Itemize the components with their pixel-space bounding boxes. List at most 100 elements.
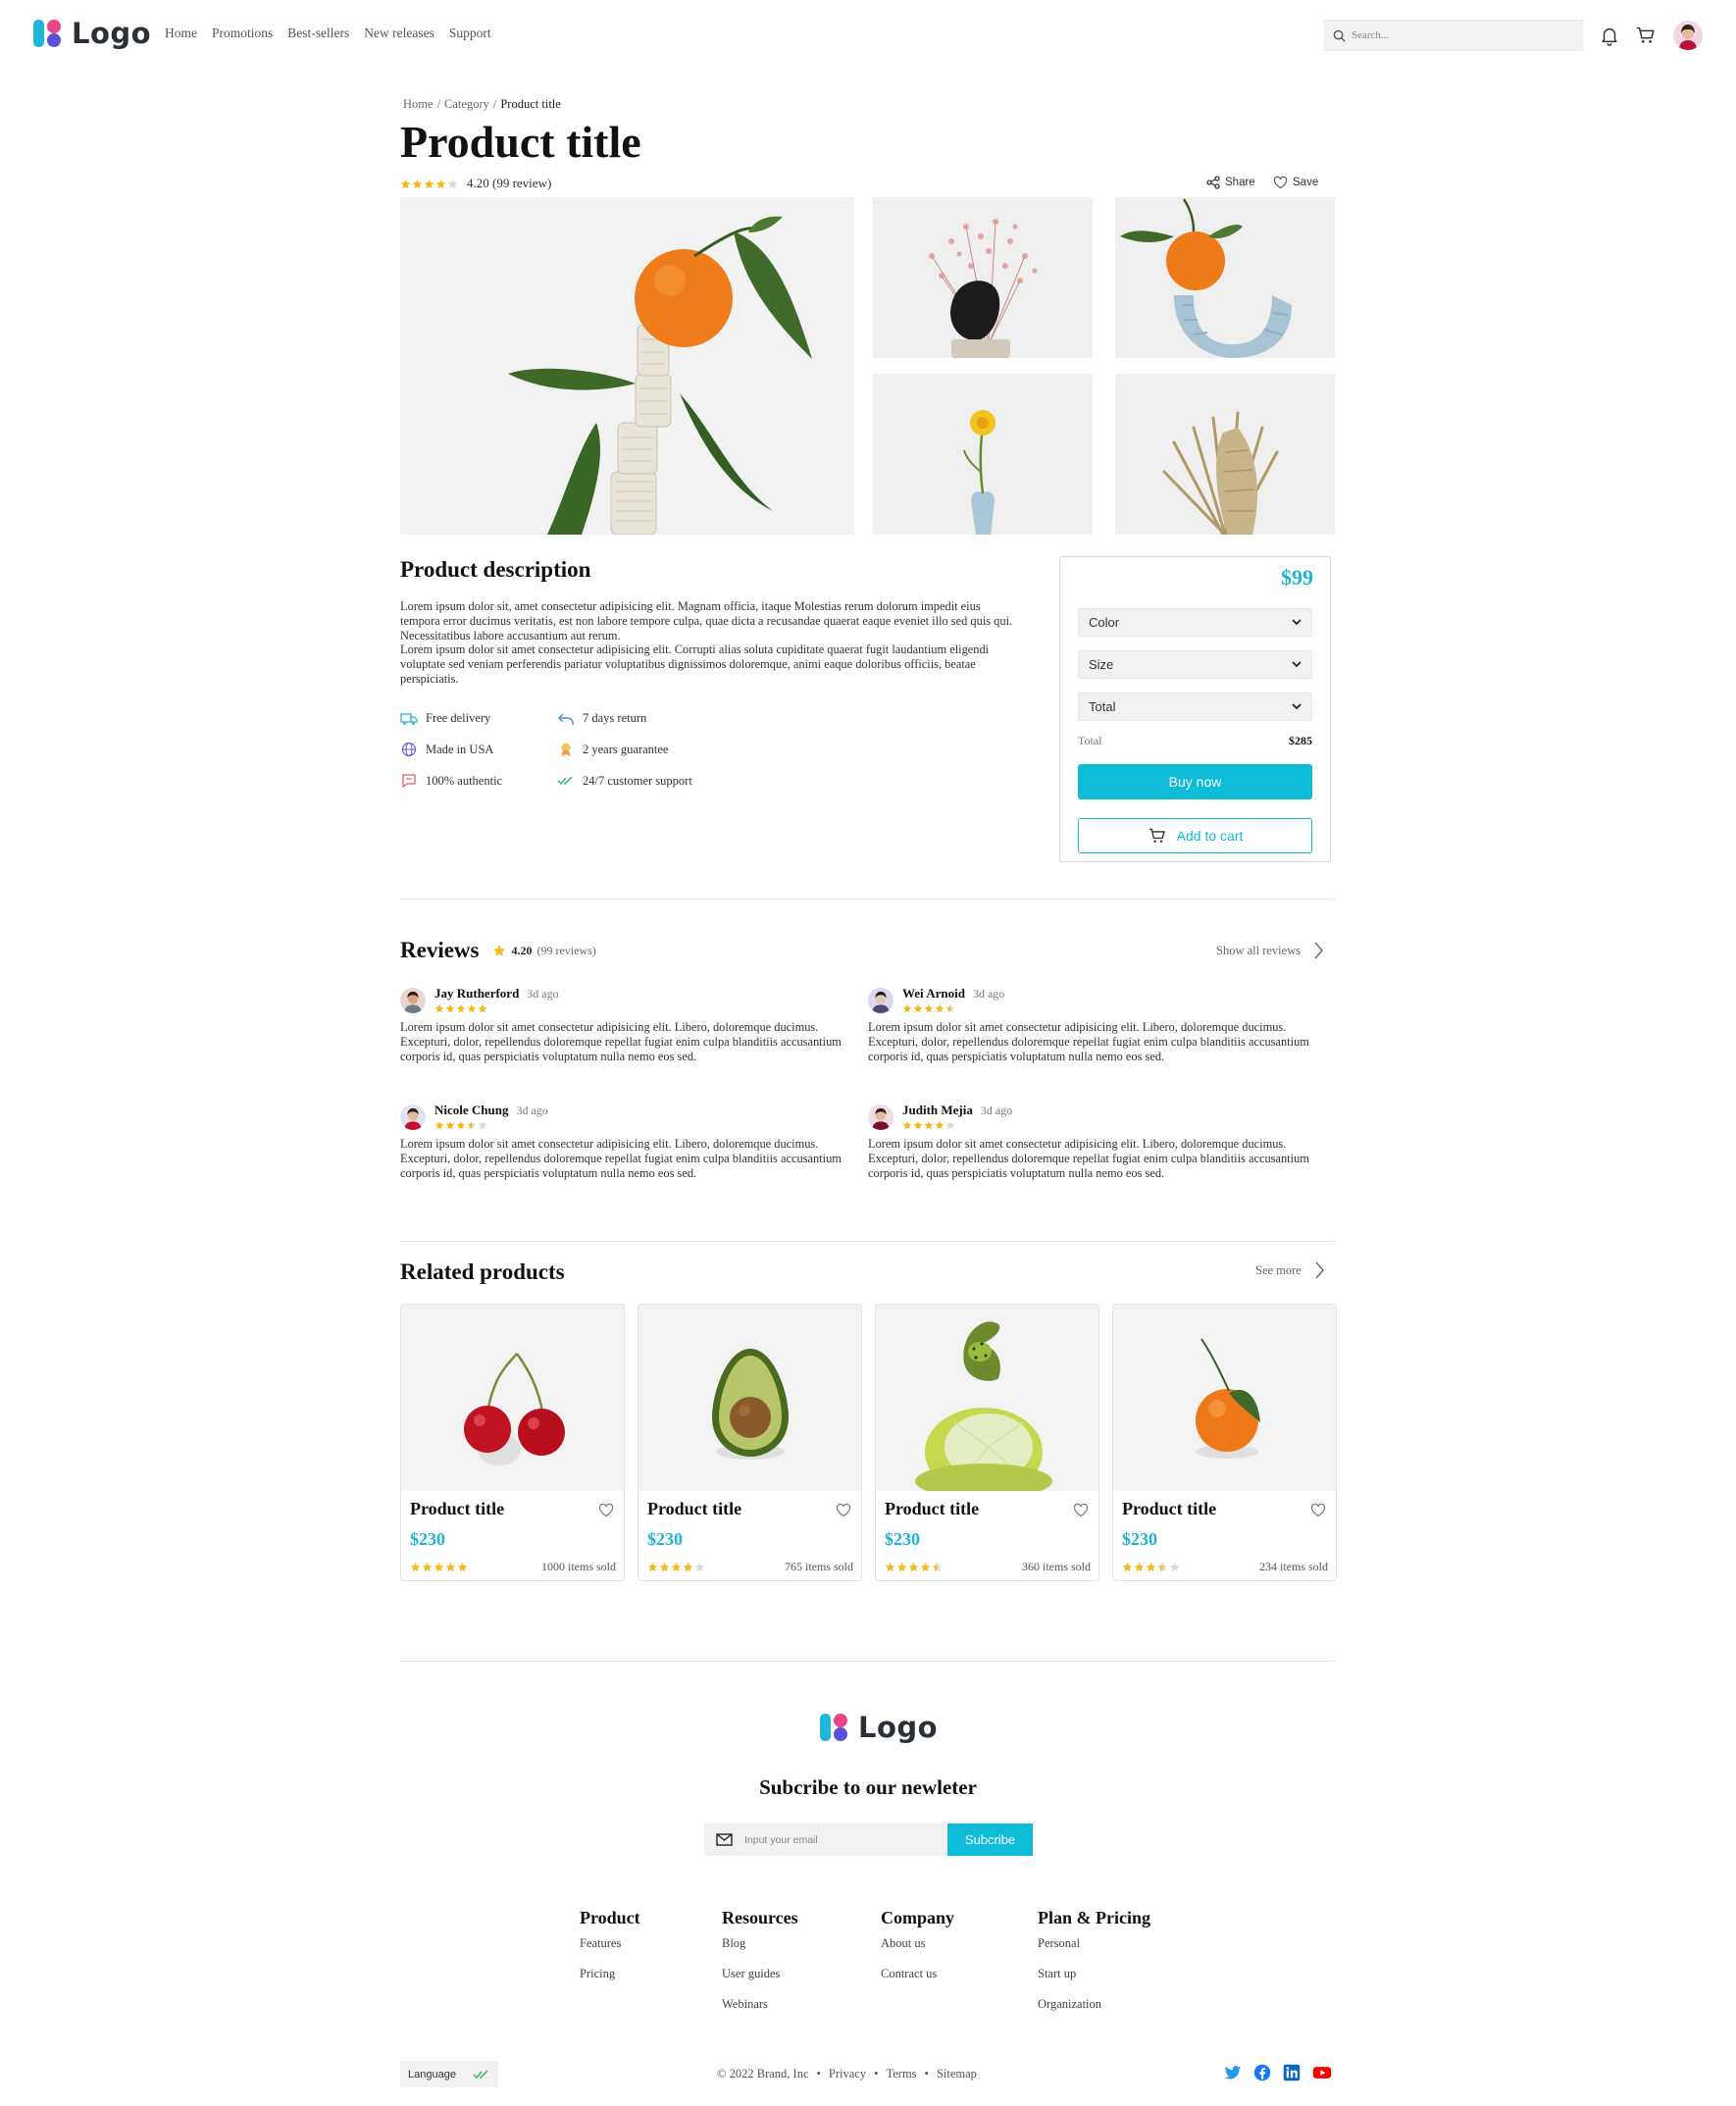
star-icon	[456, 1003, 466, 1013]
nav-new-releases[interactable]: New releases	[364, 26, 434, 41]
breadcrumb-current: Product title	[500, 97, 561, 111]
logo-text: Logo	[858, 1711, 939, 1744]
product-card-stars	[1122, 1562, 1180, 1572]
share-button[interactable]: Share	[1206, 176, 1255, 189]
orange-image	[1113, 1305, 1336, 1491]
feature-free-delivery: Free delivery	[400, 711, 557, 726]
footer-column-title: Product	[580, 1908, 640, 1927]
breadcrumb-category[interactable]: Category	[444, 97, 489, 112]
reviewer-name: Wei Arnoid	[902, 986, 965, 1001]
footer-link[interactable]: Personal	[1038, 1936, 1150, 1951]
heart-icon[interactable]	[836, 1503, 851, 1517]
footer-link[interactable]: User guides	[722, 1967, 798, 1981]
nav-support[interactable]: Support	[449, 26, 491, 41]
heart-icon[interactable]	[1073, 1503, 1089, 1517]
size-select[interactable]: Size	[1078, 650, 1312, 679]
heart-icon[interactable]	[1310, 1503, 1326, 1517]
product-card[interactable]: Product title $230 765 items sold	[638, 1304, 862, 1581]
review-time: 3d ago	[972, 987, 1005, 1001]
product-description: Lorem ipsum dolor sit, amet consectetur …	[400, 599, 1018, 687]
footer-link[interactable]: Start up	[1038, 1967, 1150, 1981]
linkedin-icon[interactable]	[1283, 2064, 1301, 2081]
reviewer-avatar	[868, 1104, 894, 1130]
nav-best-sellers[interactable]: Best-sellers	[287, 26, 349, 41]
feature-list: Free delivery 7 days return Made in USA …	[400, 711, 753, 789]
copyright-bar: © 2022 Brand, Inc • Privacy • Terms • Sitem…	[717, 2067, 977, 2081]
main-nav: Home Promotions Best-sellers New release…	[165, 26, 491, 41]
heart-icon	[1273, 176, 1288, 189]
star-icon	[478, 1003, 487, 1013]
chevron-down-icon	[1292, 703, 1302, 710]
breadcrumb-home[interactable]: Home	[403, 97, 434, 112]
product-thumb-1[interactable]	[873, 197, 1093, 358]
share-icon	[1206, 176, 1220, 189]
mail-icon	[716, 1833, 733, 1846]
star-icon	[1122, 1562, 1133, 1572]
star-icon	[493, 945, 506, 956]
footer-link[interactable]: Organization	[1038, 1997, 1150, 2012]
show-all-reviews-link[interactable]: Show all reviews	[1216, 942, 1324, 959]
product-card-title: Product title	[647, 1499, 742, 1518]
search-input[interactable]: Search...	[1324, 20, 1583, 51]
star-icon	[467, 1003, 477, 1013]
feature-authentic: 100% authentic	[400, 773, 557, 789]
footer-link[interactable]: Pricing	[580, 1967, 640, 1981]
footer-link[interactable]: Webinars	[722, 1997, 798, 2012]
star-icon	[920, 1562, 931, 1572]
cart-icon[interactable]	[1635, 25, 1657, 46]
user-avatar[interactable]	[1673, 21, 1703, 50]
terms-link[interactable]: Terms	[886, 2067, 916, 2081]
product-thumb-4[interactable]	[1115, 374, 1335, 535]
star-icon	[434, 1003, 444, 1013]
sitemap-link[interactable]: Sitemap	[937, 2067, 977, 2081]
language-select[interactable]: Language	[400, 2061, 498, 2087]
star-icon	[671, 1562, 682, 1572]
email-input[interactable]: Input your email	[704, 1823, 947, 1856]
review-text: Lorem ipsum dolor sit amet consectetur a…	[868, 1137, 1309, 1180]
footer-link[interactable]: Features	[580, 1936, 640, 1951]
review-stars	[902, 1120, 1012, 1130]
search-placeholder: Search...	[1352, 29, 1390, 41]
product-card[interactable]: Product title $230 360 items sold	[875, 1304, 1099, 1581]
description-paragraph-1: Lorem ipsum dolor sit, amet consectetur …	[400, 599, 1013, 642]
add-to-cart-button[interactable]: Add to cart	[1078, 818, 1312, 853]
product-card-price: $230	[647, 1529, 683, 1549]
save-button[interactable]: Save	[1273, 176, 1318, 189]
heart-icon[interactable]	[598, 1503, 614, 1517]
chat-icon	[402, 774, 416, 788]
privacy-link[interactable]: Privacy	[829, 2067, 866, 2081]
header-logo[interactable]: Logo	[32, 17, 151, 50]
footer-logo[interactable]: Logo	[819, 1711, 938, 1744]
facebook-icon[interactable]	[1253, 2064, 1271, 2081]
footer-column-title: Company	[881, 1908, 955, 1927]
subscribe-button[interactable]: Subcribe	[947, 1823, 1033, 1856]
review-time: 3d ago	[527, 987, 559, 1001]
footer-link[interactable]: Blog	[722, 1936, 798, 1951]
section-divider	[400, 1241, 1336, 1242]
related-title: Related products	[400, 1259, 565, 1284]
product-card[interactable]: Product title $230 1000 items sold	[400, 1304, 625, 1581]
product-thumb-2[interactable]	[1115, 197, 1335, 358]
footer-link[interactable]: About us	[881, 1936, 954, 1951]
nav-promotions[interactable]: Promotions	[212, 26, 273, 41]
cart-icon	[1149, 828, 1165, 843]
twitter-icon[interactable]	[1224, 2064, 1242, 2081]
footer-link[interactable]: Contract us	[881, 1967, 954, 1981]
star-icon	[647, 1562, 658, 1572]
reviewer-avatar	[400, 1104, 426, 1130]
nav-home[interactable]: Home	[165, 26, 197, 41]
product-main-image[interactable]	[400, 197, 854, 535]
total-select[interactable]: Total	[1078, 693, 1312, 721]
product-card-title: Product title	[885, 1499, 980, 1518]
product-card-image	[876, 1305, 1098, 1491]
bell-icon[interactable]	[1599, 25, 1620, 46]
social-links	[1224, 2064, 1332, 2081]
youtube-icon[interactable]	[1312, 2064, 1332, 2081]
product-thumb-3[interactable]	[873, 374, 1093, 535]
color-select[interactable]: Color	[1078, 608, 1312, 637]
buy-now-button[interactable]: Buy now	[1078, 764, 1312, 799]
see-more-link[interactable]: See more	[1255, 1261, 1324, 1279]
star-icon	[410, 1562, 421, 1572]
reviewer-avatar	[868, 988, 894, 1013]
product-card[interactable]: Product title $230 234 items sold	[1112, 1304, 1337, 1581]
